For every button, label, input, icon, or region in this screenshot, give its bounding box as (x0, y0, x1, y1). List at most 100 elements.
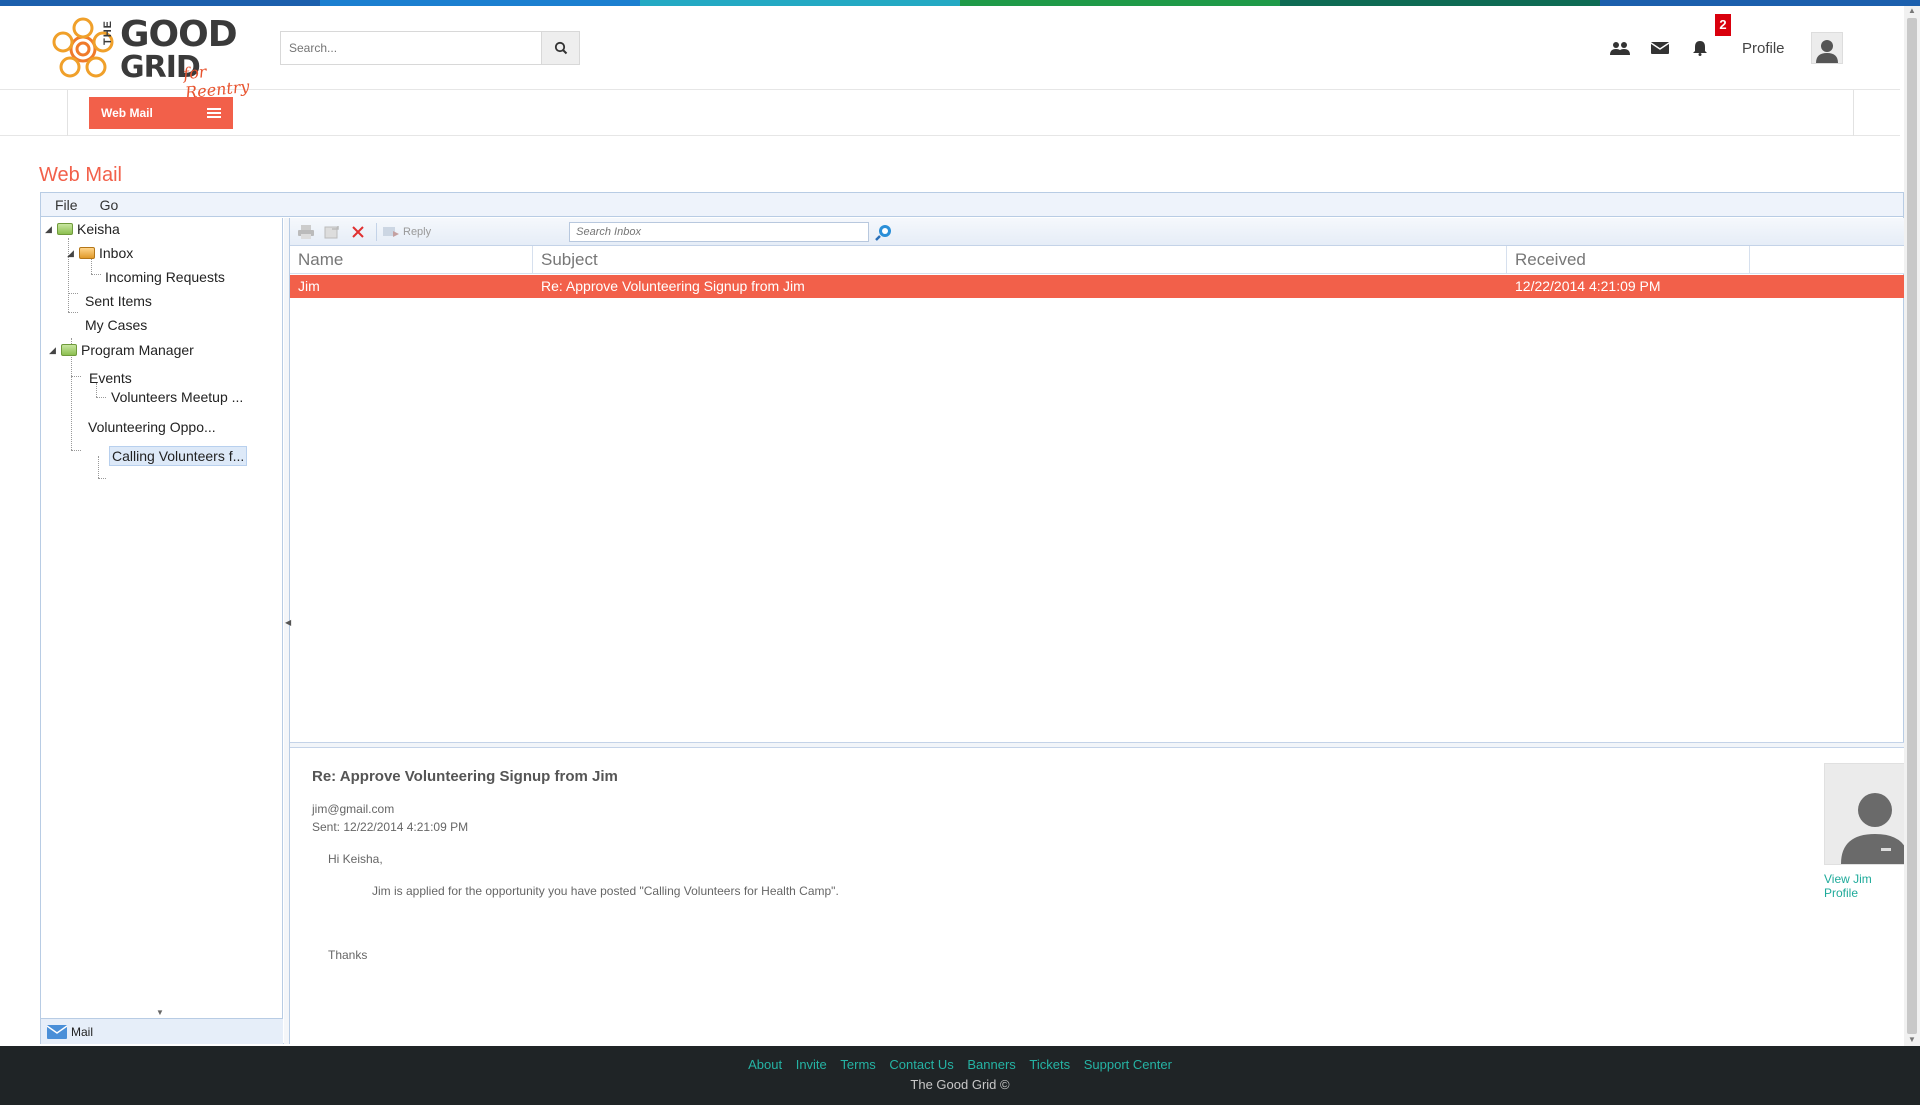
collapse-icon[interactable]: ◢ (67, 248, 79, 259)
move-button[interactable] (324, 224, 340, 240)
tree-label-program-manager: Program Manager (81, 342, 194, 358)
notification-badge: 2 (1715, 14, 1731, 36)
footer-link-support[interactable]: Support Center (1084, 1057, 1172, 1072)
footer-link-contact[interactable]: Contact Us (889, 1057, 953, 1072)
column-header-received[interactable]: Received (1507, 246, 1750, 274)
header-actions: 2 Profile (1600, 14, 1843, 68)
footer-link-banners[interactable]: Banners (967, 1057, 1015, 1072)
footer-links: About Invite Terms Contact Us Banners Ti… (0, 1057, 1920, 1072)
collapse-icon[interactable]: ◢ (49, 345, 61, 356)
site-header: THE GOOD GRID for Reentry Search... 2 Pr… (0, 6, 1900, 102)
inbox-icon (79, 247, 95, 259)
subnav-divider-left (67, 90, 68, 136)
tree-label-calling-volunteers: Calling Volunteers f... (112, 448, 245, 464)
page-title: Web Mail (39, 164, 122, 186)
menu-icon (207, 108, 221, 118)
message-grid-header: Name Subject Received (290, 246, 1904, 274)
footer-link-about[interactable]: About (748, 1057, 782, 1072)
menu-file[interactable]: File (55, 197, 78, 213)
view-sender-profile-link[interactable]: View Jim Profile (1824, 872, 1904, 900)
logo-the: THE (102, 20, 114, 45)
tree-label-volunteering-oppo: Volunteering Oppo... (88, 419, 216, 435)
tree-line (91, 274, 101, 275)
print-button[interactable] (298, 224, 314, 240)
message-row[interactable]: Jim Re: Approve Volunteering Signup from… (290, 275, 1904, 298)
site-search-input[interactable] (281, 32, 541, 64)
tree-line (71, 376, 81, 377)
webmail-app: File Go ◢ Keisha ◢ Inbox Incoming Reques… (40, 192, 1920, 1044)
sub-navigation: Web Mail (0, 90, 1900, 136)
collapse-icon[interactable]: ◢ (45, 224, 57, 235)
row-subject: Re: Approve Volunteering Signup from Jim (541, 278, 805, 294)
mail-icon (47, 1024, 67, 1039)
site-logo[interactable]: THE GOOD GRID for Reentry (48, 10, 268, 102)
scrollbar-thumb[interactable] (1907, 18, 1917, 1034)
tree-node-sent-items[interactable]: Sent Items (85, 293, 152, 309)
footer-link-tickets[interactable]: Tickets (1029, 1057, 1070, 1072)
tree-label-inbox: Inbox (99, 245, 134, 261)
tree-node-my-cases[interactable]: My Cases (85, 317, 147, 333)
footer-link-invite[interactable]: Invite (796, 1057, 827, 1072)
column-header-subject[interactable]: Subject (533, 246, 1507, 274)
tree-line (71, 450, 81, 451)
menu-go[interactable]: Go (100, 197, 119, 213)
folder-tree-pane: ◢ Keisha ◢ Inbox Incoming Requests Sent … (41, 218, 283, 1044)
preview-greeting: Hi Keisha, (328, 852, 383, 866)
message-preview: Re: Approve Volunteering Signup from Jim… (290, 748, 1920, 1044)
notifications-button[interactable] (1680, 28, 1720, 68)
print-icon (298, 224, 314, 239)
page-scrollbar[interactable]: ▲ ▼ (1904, 6, 1920, 1046)
expand-pane-icon[interactable]: ▼ (156, 1008, 164, 1017)
search-go-icon[interactable] (875, 223, 893, 241)
reply-button[interactable] (383, 224, 399, 240)
column-header-spacer (1750, 246, 1904, 274)
site-search-button[interactable] (541, 32, 579, 64)
tree-node-program-manager[interactable]: ◢ Program Manager (49, 342, 194, 358)
tree-node-incoming-requests[interactable]: Incoming Requests (105, 269, 225, 285)
delete-button[interactable] (350, 224, 366, 240)
tree-line (68, 312, 78, 313)
messages-button[interactable] (1640, 28, 1680, 68)
preview-subject: Re: Approve Volunteering Signup from Jim (312, 768, 618, 785)
profile-link[interactable]: Profile (1742, 40, 1785, 57)
app-menubar: File Go (41, 193, 1903, 217)
preview-body: Jim is applied for the opportunity you h… (372, 884, 839, 898)
folder-icon (61, 344, 77, 356)
tree-line (96, 397, 106, 398)
preview-from: jim@gmail.com (312, 802, 395, 816)
mail-tab-label: Mail (71, 1024, 94, 1039)
tree-label-volunteers-meetup: Volunteers Meetup ... (111, 389, 244, 405)
tree-node-keisha[interactable]: ◢ Keisha (45, 221, 120, 237)
tree-line (68, 293, 78, 294)
webmail-menu-label: Web Mail (101, 106, 153, 120)
footer-link-terms[interactable]: Terms (840, 1057, 875, 1072)
search-inbox-input[interactable] (569, 221, 870, 242)
column-header-name[interactable]: Name (290, 246, 533, 274)
row-received: 12/22/2014 4:21:09 PM (1515, 278, 1661, 294)
subnav-divider-right (1853, 90, 1854, 136)
envelope-icon (1651, 42, 1669, 54)
tree-label-incoming: Incoming Requests (105, 269, 225, 285)
search-icon (554, 41, 567, 55)
reply-label[interactable]: Reply (403, 226, 431, 238)
scroll-up-icon[interactable]: ▲ (1908, 6, 1916, 15)
site-search (280, 31, 580, 65)
user-avatar[interactable] (1810, 32, 1843, 64)
tree-node-inbox[interactable]: ◢ Inbox (67, 245, 133, 261)
tree-label-keisha: Keisha (77, 221, 120, 237)
webmail-menu-button[interactable]: Web Mail (89, 97, 233, 129)
move-icon (324, 225, 339, 238)
scroll-down-icon[interactable]: ▼ (1908, 1035, 1916, 1044)
tree-node-volunteering-oppo[interactable]: Volunteering Oppo... (88, 419, 216, 435)
row-name: Jim (298, 278, 320, 294)
tree-label-sent: Sent Items (85, 293, 152, 309)
message-toolbar: Reply (290, 218, 1904, 246)
site-footer: About Invite Terms Contact Us Banners Ti… (0, 1046, 1920, 1105)
tree-node-volunteers-meetup[interactable]: Volunteers Meetup ... (111, 389, 243, 405)
tree-node-calling-volunteers[interactable]: Calling Volunteers f... (109, 446, 248, 466)
toolbar-separator (376, 222, 377, 241)
tree-line (98, 478, 106, 479)
mail-module-tab[interactable]: Mail (41, 1018, 283, 1044)
tree-node-events[interactable]: Events (89, 370, 132, 386)
connections-button[interactable] (1600, 28, 1640, 68)
